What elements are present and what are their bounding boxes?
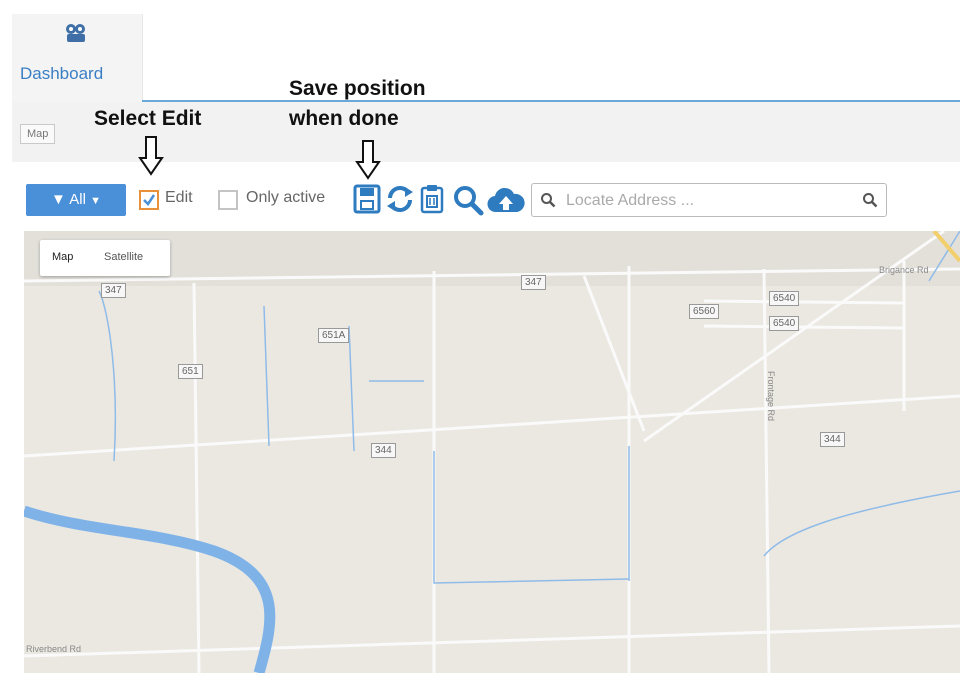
- cloud-upload-icon[interactable]: [487, 186, 525, 219]
- route-shield: 347: [521, 275, 546, 290]
- map-type-satellite[interactable]: Satellite: [104, 251, 143, 263]
- dashboard-tab[interactable]: Dashboard: [12, 14, 143, 102]
- search-submit-icon[interactable]: [862, 192, 878, 213]
- map-canvas[interactable]: 347 347 651A 651 344 6560 6540 6540 344 …: [24, 231, 960, 673]
- edit-label[interactable]: Edit: [165, 189, 193, 207]
- search-icon: [540, 192, 556, 213]
- route-shield: 344: [820, 432, 845, 447]
- annotation-select-edit: Select Edit: [94, 107, 202, 130]
- route-shield: 347: [101, 283, 126, 298]
- annotation-save-line2: when done: [289, 107, 399, 130]
- route-shield: 651A: [318, 328, 350, 343]
- route-shield: 6540: [769, 291, 800, 306]
- search-icon[interactable]: [452, 184, 484, 221]
- route-shield: 6540: [769, 316, 800, 331]
- caret-down-icon: ▼: [90, 195, 101, 207]
- route-shield: 344: [371, 443, 396, 458]
- locate-address-input[interactable]: [564, 190, 858, 212]
- breadcrumb-map[interactable]: Map: [20, 124, 56, 144]
- map-type-control: Map Satellite: [40, 240, 170, 276]
- route-shield: 651: [178, 364, 203, 379]
- road-label: Riverbend Rd: [26, 644, 82, 654]
- down-arrow-icon: [138, 136, 164, 181]
- refresh-icon[interactable]: [384, 184, 416, 219]
- annotation-save-line1: Save position: [289, 77, 426, 100]
- down-arrow-icon: [355, 140, 381, 185]
- map-type-map[interactable]: Map: [52, 251, 73, 263]
- only-active-checkbox[interactable]: [218, 190, 238, 210]
- map-roads: [24, 231, 960, 673]
- route-shield: 6560: [689, 304, 720, 319]
- road-label: Frontage Rd: [766, 371, 776, 422]
- filter-button[interactable]: ▼ All ▼: [26, 184, 126, 216]
- dashboard-tab-label: Dashboard: [20, 64, 104, 83]
- locate-address-search[interactable]: [531, 183, 887, 217]
- clipboard-icon[interactable]: [420, 184, 444, 219]
- filter-icon: ▼: [51, 191, 66, 208]
- dashboard-icon: [64, 22, 88, 49]
- checkmark-icon: [143, 194, 156, 206]
- save-icon[interactable]: [353, 184, 381, 219]
- edit-checkbox[interactable]: [139, 190, 159, 210]
- road-label: Brigance Rd: [879, 265, 929, 275]
- filter-button-label: All: [69, 191, 86, 208]
- only-active-label[interactable]: Only active: [246, 189, 325, 207]
